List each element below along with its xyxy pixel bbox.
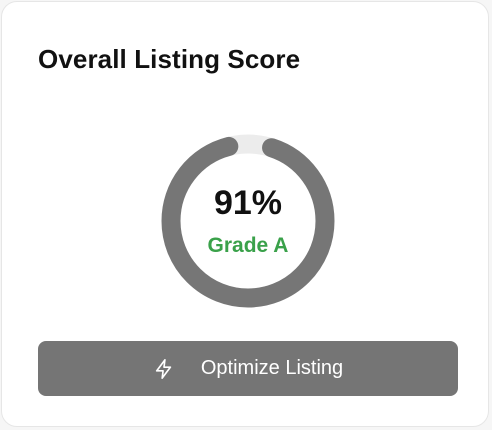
score-value: 91%: [213, 184, 283, 222]
optimize-listing-label: Optimize Listing: [200, 357, 344, 379]
card-title: Overall Listing Score: [38, 44, 301, 74]
listing-score-card: Overall Listing Score 91% Grade A Optimi…: [1, 1, 489, 427]
lightning-bolt-icon: [153, 358, 175, 380]
grade-label: Grade A: [207, 234, 289, 257]
optimize-listing-button[interactable]: Optimize Listing: [38, 341, 458, 396]
score-gauge: 91% Grade A: [161, 134, 335, 308]
